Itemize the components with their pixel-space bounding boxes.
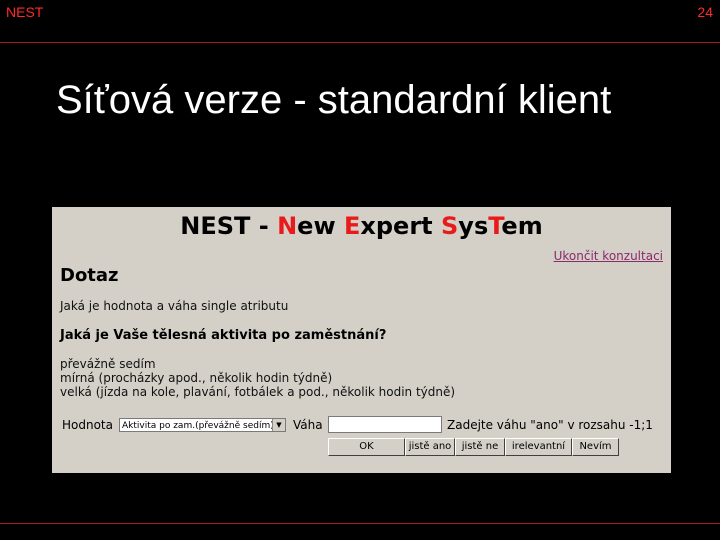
value-select-text: Aktivita po zam.(převážně sedím) [122,421,274,431]
app-title-part: em [501,212,543,240]
sure-yes-button[interactable]: jistě ano [405,438,455,456]
answer-buttons: OK jistě ano jistě ne irelevantní Nevím [328,438,619,456]
question-subtitle: Jaká je hodnota a váha single atributu [60,299,289,313]
question-text: Jaká je Vaše tělesná aktivita po zaměstn… [60,328,387,343]
app-title-part: NEST - [180,212,278,240]
slide-title: Síťová verze - standardní klient [56,78,612,122]
option-item: mírná (procházky apod., několik hodin tý… [60,371,333,385]
app-screenshot: NEST - New Expert SysTem Ukončit konzult… [52,207,671,473]
weight-label: Váha [293,418,323,432]
sure-no-button[interactable]: jistě ne [455,438,505,456]
end-consultation-link[interactable]: Ukončit konzultaci [554,249,663,263]
answer-options: převážně sedím mírná (procházky apod., n… [60,357,455,399]
slide-header-left: NEST [6,4,44,20]
app-title: NEST - New Expert SysTem [52,212,671,240]
slide-page-number: 24 [697,4,713,20]
app-title-part: ew [297,212,344,240]
top-rule [0,42,720,43]
dont-know-button[interactable]: Nevím [572,438,619,456]
option-item: převážně sedím [60,357,156,371]
app-title-part: ys [458,212,489,240]
value-label: Hodnota [62,418,113,432]
bottom-rule [0,523,720,524]
weight-input[interactable] [328,416,442,433]
irrelevant-button[interactable]: irelevantní [505,438,572,456]
chevron-down-icon[interactable]: ▼ [272,419,285,431]
app-title-part: N [277,212,298,240]
app-title-part: S [441,212,459,240]
app-title-part: xpert [360,212,441,240]
option-item: velká (jízda na kole, plavání, fotbálek … [60,385,456,399]
ok-button[interactable]: OK [328,438,405,456]
app-title-part: E [343,212,361,240]
section-heading: Dotaz [60,265,119,286]
value-select[interactable]: Aktivita po zam.(převážně sedím) ▼ [119,418,286,432]
weight-hint: Zadejte váhu "ano" v rozsahu -1;1 [447,418,653,432]
app-title-part: T [488,212,502,240]
